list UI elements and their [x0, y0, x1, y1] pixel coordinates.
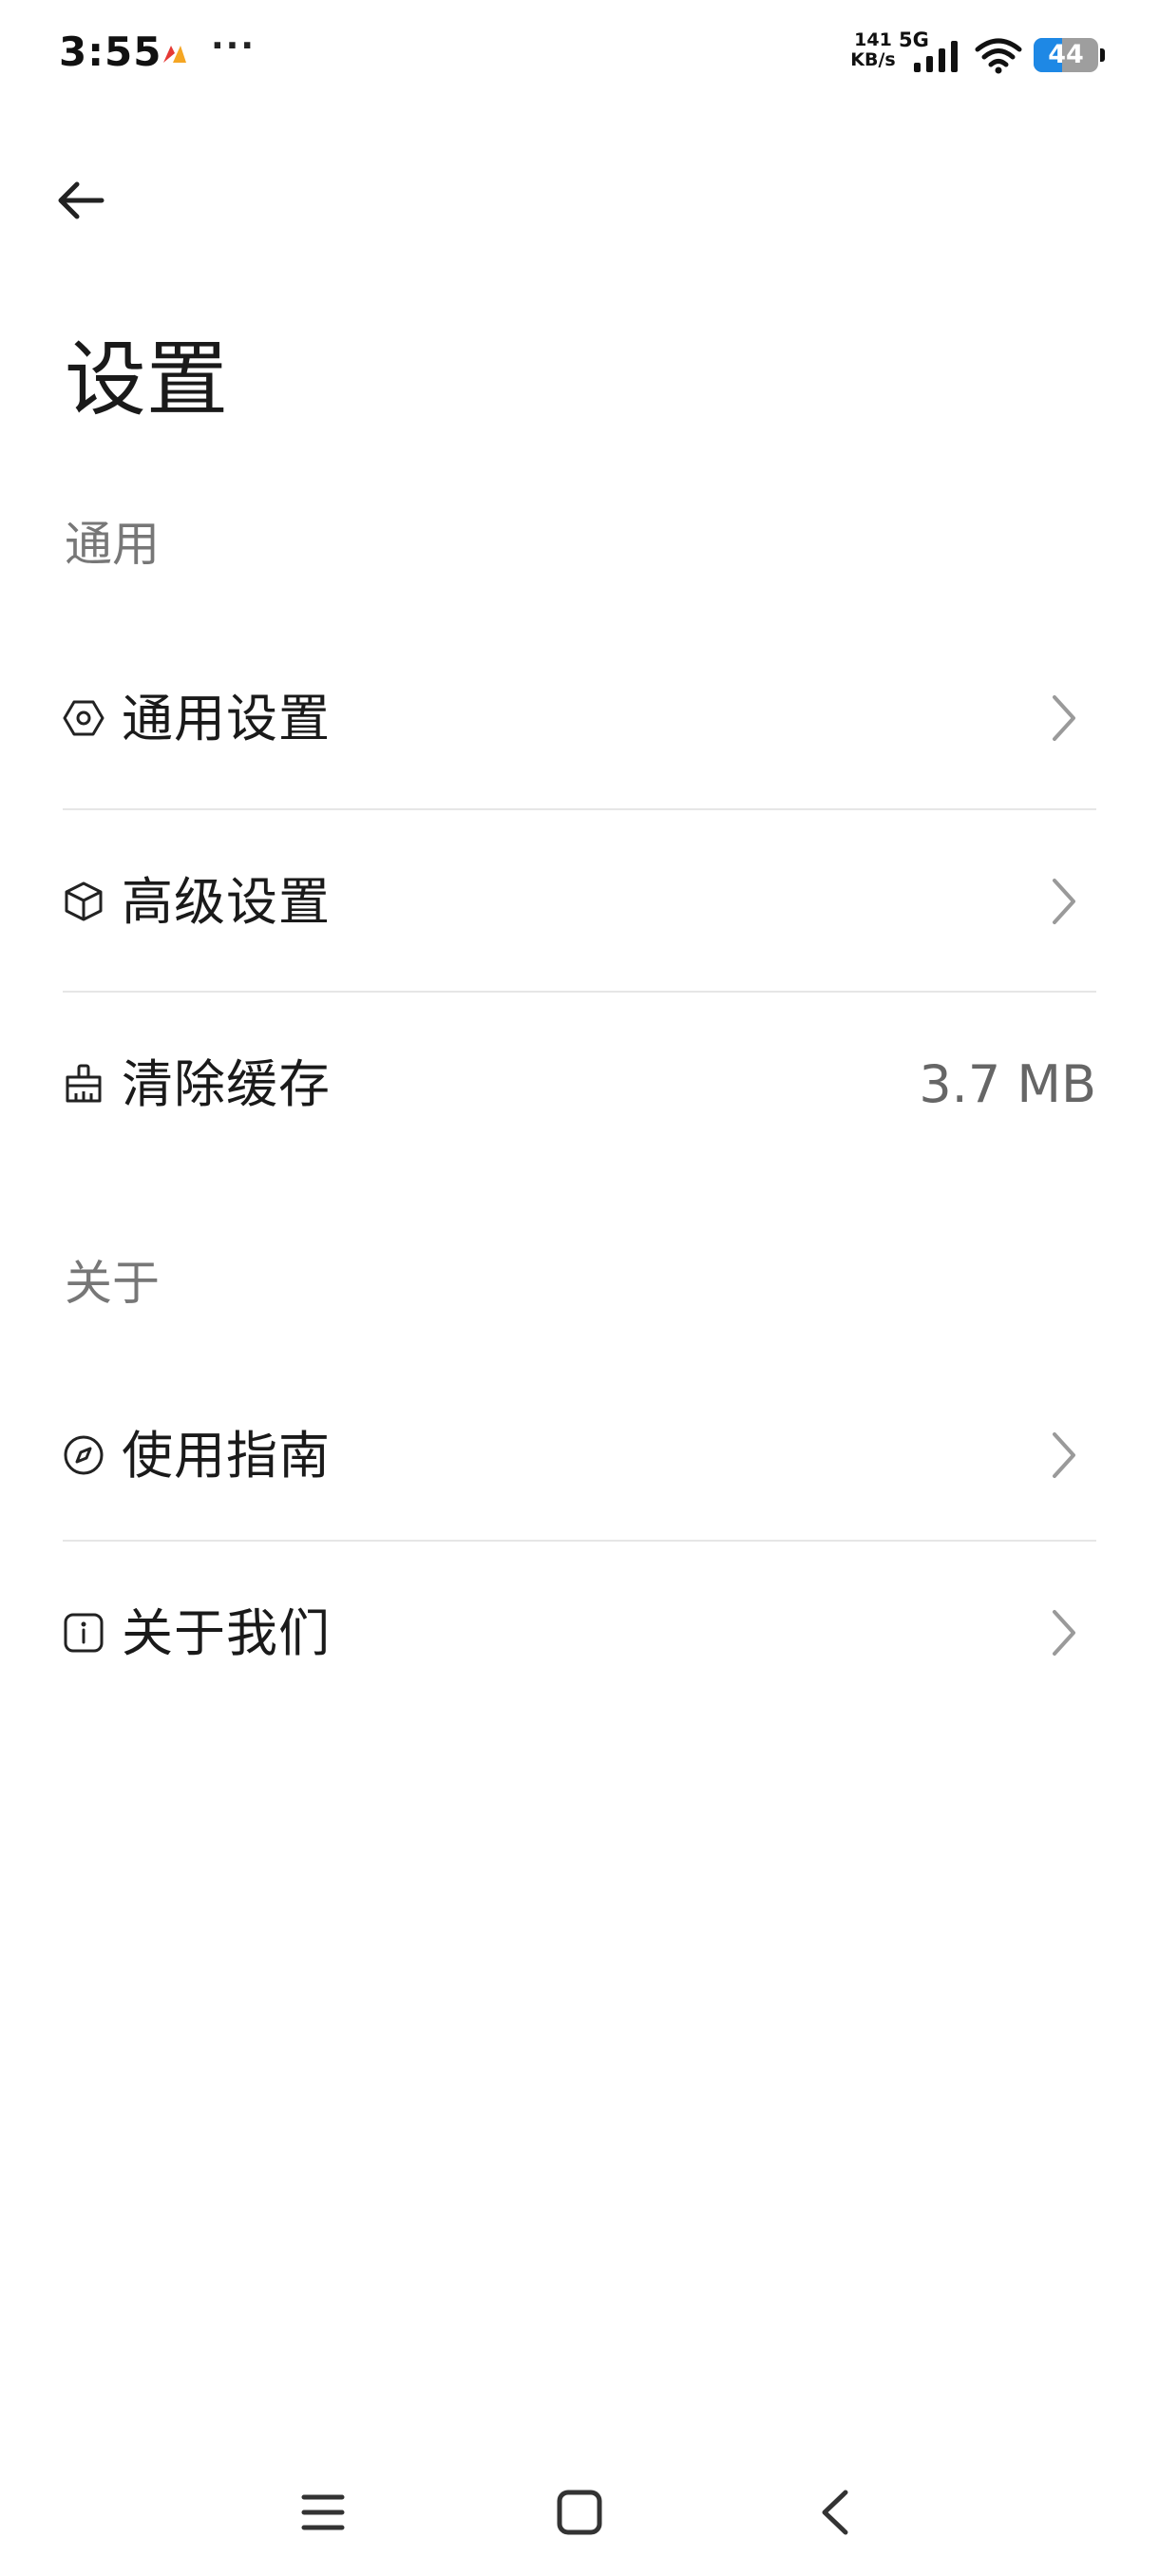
- more-notifications-icon: ···: [211, 27, 256, 66]
- network-speed-unit: KB/s: [850, 49, 896, 70]
- network-speed-value: 141: [854, 29, 892, 50]
- wifi-icon: [975, 38, 1022, 74]
- row-label: 清除缓存: [122, 1054, 331, 1114]
- row-label: 使用指南: [122, 1426, 331, 1486]
- settings-screen: 3:55 ··· 141 KB/s 5G 44 设置 通用 通用设置 高级设置 …: [0, 0, 1159, 2576]
- battery-percent: 44: [1048, 40, 1084, 69]
- arrow-left-icon: [58, 181, 104, 219]
- row-about-us[interactable]: 关于我们: [63, 1542, 1096, 1724]
- row-user-guide[interactable]: 使用指南: [63, 1364, 1096, 1546]
- battery-indicator: 44: [1034, 38, 1106, 72]
- nav-back-icon: [822, 2490, 848, 2535]
- broom-icon: [66, 1064, 102, 1103]
- recent-apps-button[interactable]: [290, 2479, 356, 2546]
- row-label: 高级设置: [122, 872, 331, 932]
- app-notification-icon: [163, 46, 186, 63]
- row-label: 关于我们: [122, 1603, 331, 1663]
- row-advanced-settings[interactable]: 高级设置: [63, 810, 1096, 993]
- system-back-button[interactable]: [801, 2479, 867, 2546]
- back-button[interactable]: [48, 167, 114, 234]
- row-label: 通用设置: [122, 689, 331, 748]
- home-square-icon: [557, 2490, 602, 2535]
- hexagon-settings-icon: [63, 700, 104, 736]
- chevron-right-icon: [1053, 879, 1075, 924]
- status-bar: 3:55 ··· 141 KB/s 5G 44: [0, 0, 1159, 114]
- section-header-about: 关于: [65, 1256, 160, 1311]
- cube-icon: [65, 881, 103, 921]
- chevron-right-icon: [1053, 1610, 1075, 1656]
- section-header-general: 通用: [65, 517, 160, 572]
- network-speed: 141 KB/s: [850, 30, 896, 70]
- info-icon: [64, 1613, 104, 1653]
- cache-size-value: 3.7 MB: [919, 1054, 1096, 1114]
- battery-body: 44: [1034, 38, 1098, 72]
- signal-icon: [914, 41, 958, 72]
- system-nav-bar: [0, 2460, 1159, 2565]
- status-time: 3:55: [59, 28, 162, 75]
- battery-cap: [1100, 48, 1105, 62]
- chevron-right-icon: [1053, 695, 1075, 741]
- home-button[interactable]: [546, 2479, 613, 2546]
- page-title: 设置: [65, 332, 228, 427]
- menu-icon: [301, 2494, 345, 2530]
- row-clear-cache[interactable]: 清除缓存 3.7 MB: [63, 993, 1096, 1175]
- row-general-settings[interactable]: 通用设置: [63, 627, 1096, 809]
- compass-icon: [64, 1435, 104, 1475]
- chevron-right-icon: [1053, 1432, 1075, 1478]
